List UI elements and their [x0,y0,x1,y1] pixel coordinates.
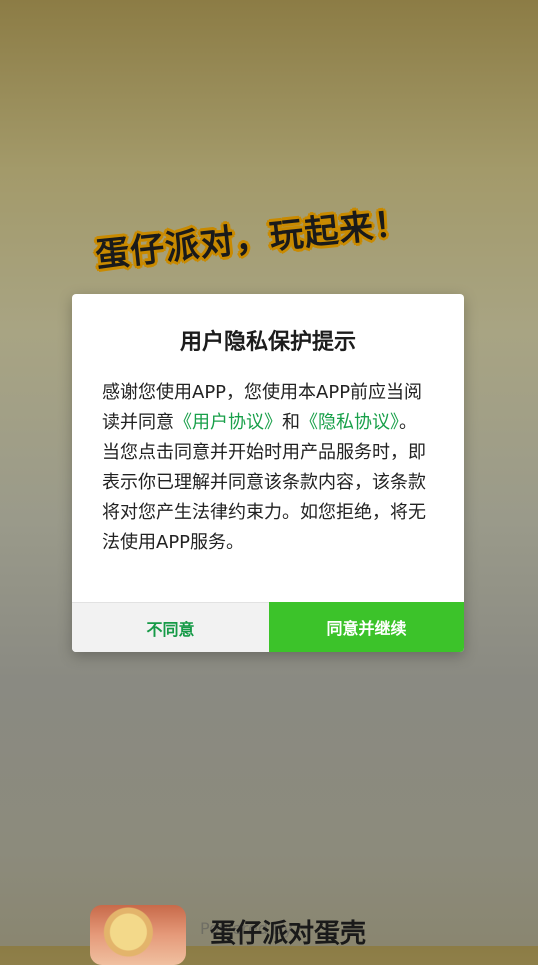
body-text-rest: 。当您点击同意并开始时用产品服务时，即表示你已理解并同意该条款内容，该条款将对您… [102,412,426,553]
app-logo-icon [90,905,186,965]
privacy-dialog: 用户隐私保护提示 感谢您使用APP，您使用本APP前应当阅读并同意《用户协议》和… [72,294,464,652]
bottom-brand: Powered by 蛋仔派对蛋壳 [90,905,538,965]
dialog-button-row: 不同意 同意并继续 [72,602,464,652]
dialog-title: 用户隐私保护提示 [179,330,356,355]
agree-continue-button[interactable]: 同意并继续 [269,602,464,652]
app-name: 蛋仔派对蛋壳 [210,919,367,949]
privacy-policy-link[interactable]: 《隐私协议》 [300,412,399,433]
dialog-body: 感谢您使用APP，您使用本APP前应当阅读并同意《用户协议》和《隐私协议》。当您… [102,378,428,558]
body-text-and: 和 [282,412,300,433]
disagree-button[interactable]: 不同意 [72,602,269,652]
user-agreement-link[interactable]: 《用户协议》 [174,412,282,433]
